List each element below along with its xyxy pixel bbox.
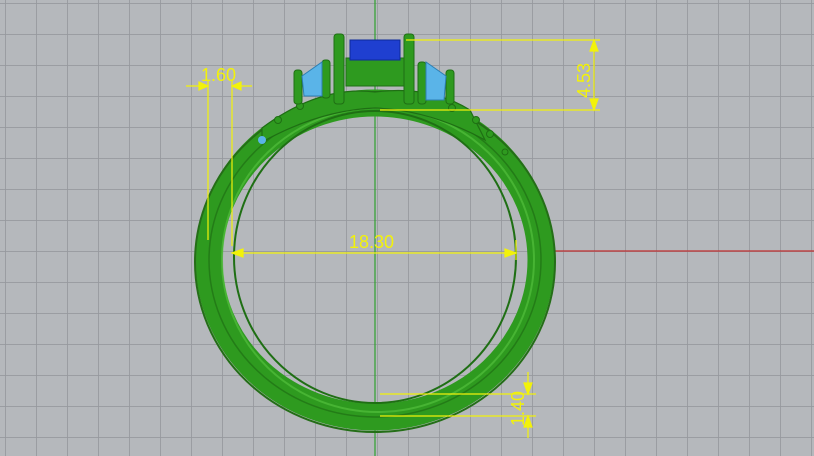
side-stone-right [425,61,447,101]
dim-label-inner-diameter: 18.30 [349,232,394,252]
side-stone-left [301,61,323,97]
3d-viewport[interactable]: 1.60 18.30 4.53 1.40 [0,0,814,456]
dim-label-shank-width: 1.60 [201,65,236,85]
setting-head [345,57,405,87]
dim-label-head-height: 4.53 [574,63,594,98]
dim-label-band-thickness: 1.40 [508,391,528,426]
dimension-inner-diameter[interactable]: 18.30 [230,232,518,260]
center-stone [349,39,401,61]
scene-svg: 1.60 18.30 4.53 1.40 [186,0,814,456]
